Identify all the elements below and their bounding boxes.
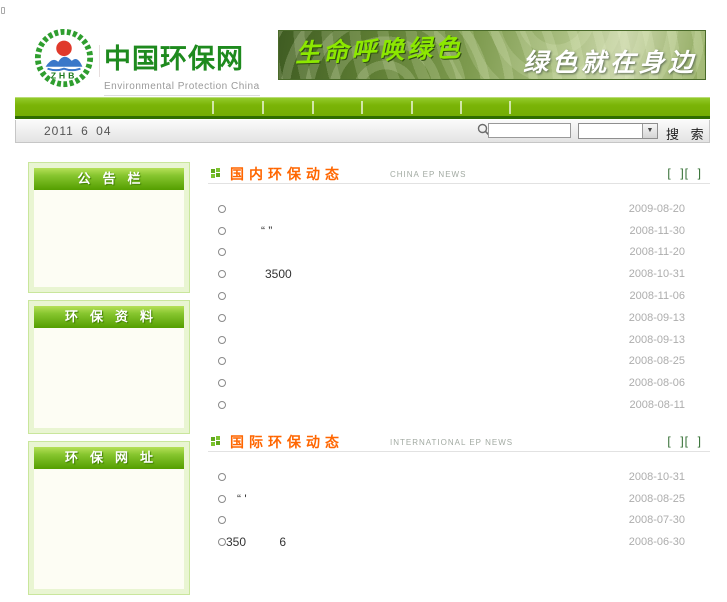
header-divider — [99, 45, 100, 77]
bullet-icon — [218, 292, 226, 301]
news-item-title[interactable]: 3500 — [265, 267, 292, 281]
bullet-icon — [218, 270, 226, 279]
bullet-icon — [218, 248, 226, 257]
panel-body-ep-websites — [34, 469, 184, 589]
sun-icon — [56, 40, 72, 57]
section-subtitle-china: CHINA EP NEWS — [390, 170, 467, 179]
toolbar: 2011 6 04 ▼ 搜 索 — [15, 120, 710, 143]
news-item-date: 2008-10-31 — [628, 268, 685, 281]
nav-separator — [212, 101, 214, 114]
news-item[interactable]: 3500 2008-10-31 — [208, 263, 710, 285]
section-header-intl-news: 国际环保动态 INTERNATIONAL EP NEWS [ ][ ] — [208, 431, 710, 452]
nav-separator — [312, 101, 314, 114]
panel-header-ep-materials: 环保资料 — [34, 306, 184, 328]
site-subtitle: Environmental Protection China — [104, 81, 260, 96]
section-subtitle-intl: INTERNATIONAL EP NEWS — [390, 437, 514, 447]
search-category-select[interactable]: ▼ — [578, 123, 658, 139]
news-item-date: 2009-08-20 — [628, 202, 685, 215]
main-content: 国内环保动态 CHINA EP NEWS [ ][ ] 2009-08-20 “ … — [208, 163, 710, 553]
news-item[interactable]: 2008-08-11 — [208, 394, 710, 416]
section-header-china-news: 国内环保动态 CHINA EP NEWS [ ][ ] — [208, 163, 710, 184]
section-bullet-icon — [211, 435, 221, 446]
nav-separator — [411, 101, 413, 114]
panel-body-ep-materials — [34, 328, 184, 428]
bullet-icon — [218, 538, 226, 547]
banner-slogan-right: 绿色就在身边 — [522, 49, 697, 77]
main-nav[interactable] — [15, 97, 710, 119]
news-item[interactable]: 2008-08-25 — [208, 351, 710, 373]
news-item[interactable]: 2008-08-06 — [208, 372, 710, 394]
news-item[interactable]: 2008-11-20 — [208, 242, 710, 264]
sidebar: 公告栏 环保资料 环保网址 — [28, 162, 190, 602]
news-item[interactable]: 2008-11-06 — [208, 285, 710, 307]
news-item[interactable]: 2008-09-13 — [208, 329, 710, 351]
banner-slogan-left: 生命呼唤绿色 — [294, 34, 464, 68]
news-item-date: 2008-08-11 — [629, 399, 685, 412]
sidebar-panel-ep-websites: 环保网址 — [28, 441, 190, 595]
news-item-date: 2008-11-30 — [629, 224, 685, 237]
china-news-list: 2009-08-20 “ ” 2008-11-30 2008-11-20 3500 200… — [208, 198, 710, 416]
news-item-date: 2008-10-31 — [628, 470, 685, 483]
site-logo[interactable]: ZHB — [33, 27, 95, 89]
search-input[interactable] — [488, 123, 571, 138]
nav-separator — [460, 101, 462, 114]
news-item[interactable]: “ ” 2008-11-30 — [208, 220, 710, 242]
news-item-date: 2008-11-20 — [629, 246, 685, 259]
bullet-icon — [218, 494, 226, 503]
bullet-icon — [218, 204, 226, 213]
panel-header-announcements: 公告栏 — [34, 168, 184, 190]
banner: 生命呼唤绿色 绿色就在身边 — [278, 30, 706, 80]
intl-news-list: 2008-10-31 “ ' 2008-08-25 2008-07-30 350 6 20… — [208, 466, 710, 553]
news-item[interactable]: 2008-09-13 — [208, 307, 710, 329]
logo-text: ZHB — [51, 70, 78, 80]
sidebar-panel-ep-materials: 环保资料 — [28, 300, 190, 434]
news-item[interactable]: 2008-07-30 — [208, 510, 710, 532]
news-item-date: 2008-07-30 — [628, 514, 685, 527]
bullet-icon — [218, 313, 226, 322]
panel-header-ep-websites: 环保网址 — [34, 447, 184, 469]
news-item-date: 2008-11-06 — [629, 290, 685, 303]
section-title-china: 国内环保动态 — [230, 166, 344, 182]
news-item-date: 2008-08-06 — [628, 377, 685, 390]
nav-separator — [361, 101, 363, 114]
epc-emblem-icon: ZHB — [34, 28, 94, 88]
news-item-date: 2008-08-25 — [628, 492, 685, 505]
bullet-icon — [218, 226, 226, 235]
news-item[interactable]: 350 6 2008-06-30 — [208, 531, 710, 553]
news-item-title[interactable]: “ ” — [261, 224, 272, 238]
bullet-icon — [218, 357, 226, 366]
bullet-icon — [218, 401, 226, 410]
sidebar-panel-announcements: 公告栏 — [28, 162, 190, 293]
bullet-icon — [218, 516, 226, 525]
nav-separator — [262, 101, 264, 114]
news-item-date: 2008-09-13 — [628, 333, 685, 346]
news-item[interactable]: 2009-08-20 — [208, 198, 710, 220]
news-item-title[interactable]: “ ' — [237, 492, 247, 506]
panel-body-announcements — [34, 190, 184, 287]
bullet-icon — [218, 335, 226, 344]
news-item-date: 2008-09-13 — [628, 311, 685, 324]
site-title-block: 中国环保网 Environmental Protection China — [104, 37, 260, 96]
section-title-intl: 国际环保动态 — [230, 433, 344, 450]
nav-separator — [509, 101, 511, 114]
chevron-down-icon[interactable]: ▼ — [642, 124, 657, 138]
broken-image-artifact — [1, 7, 5, 14]
bullet-icon — [218, 472, 226, 481]
site-title: 中国环保网 — [104, 44, 244, 74]
news-item-date: 2008-06-30 — [628, 536, 685, 549]
more-links[interactable]: [ ][ ] — [667, 434, 702, 448]
section-bullet-icon — [211, 168, 221, 178]
news-item[interactable]: “ ' 2008-08-25 — [208, 488, 710, 510]
news-item-title[interactable]: 350 6 — [226, 535, 286, 549]
bullet-icon — [218, 379, 226, 388]
date-display: 2011 6 04 — [44, 124, 112, 138]
more-links[interactable]: [ ][ ] — [667, 166, 702, 180]
news-item[interactable]: 2008-10-31 — [208, 466, 710, 488]
search-button[interactable]: 搜 索 — [666, 124, 708, 143]
news-item-date: 2008-08-25 — [628, 355, 685, 368]
